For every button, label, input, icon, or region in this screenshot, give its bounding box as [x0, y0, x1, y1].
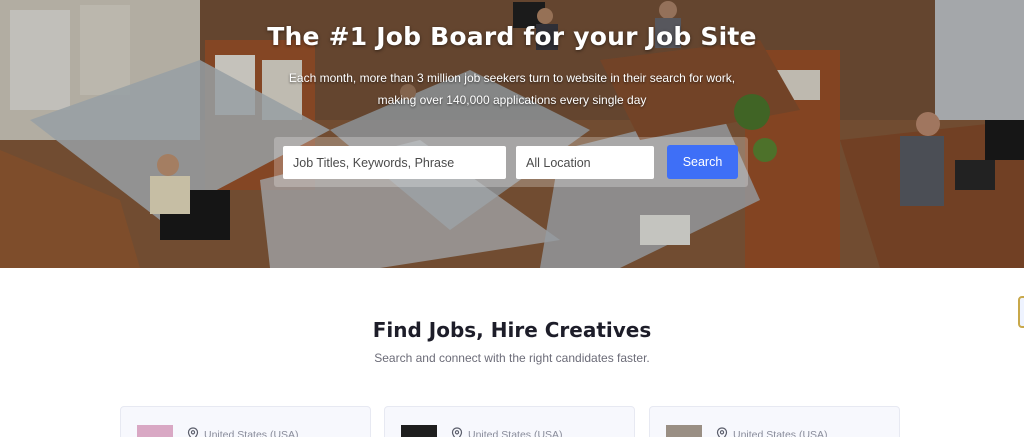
map-pin-icon: [451, 427, 463, 437]
company-logo: [666, 425, 702, 437]
hero-banner: The #1 Job Board for your Job Site Each …: [0, 0, 1024, 268]
job-location: United States (USA): [733, 429, 828, 437]
job-card[interactable]: United States (USA): [384, 406, 635, 437]
search-button[interactable]: Search: [667, 145, 738, 179]
hero-title: The #1 Job Board for your Job Site: [267, 22, 757, 51]
job-location: United States (USA): [204, 429, 299, 437]
section-subtitle: Search and connect with the right candid…: [374, 351, 650, 365]
hero-subtitle: Each month, more than 3 million job seek…: [288, 71, 736, 107]
job-location: United States (USA): [468, 429, 563, 437]
map-pin-icon: [716, 427, 728, 437]
page: The #1 Job Board for your Job Site Each …: [0, 0, 1024, 437]
side-floating-tab[interactable]: [1018, 296, 1024, 328]
company-logo: [401, 425, 437, 437]
job-card[interactable]: United States (USA): [120, 406, 371, 437]
location-search-input[interactable]: [516, 146, 654, 179]
map-pin-icon: [187, 427, 199, 437]
job-card[interactable]: United States (USA): [649, 406, 900, 437]
company-logo: [137, 425, 173, 437]
section-title: Find Jobs, Hire Creatives: [372, 318, 652, 342]
keywords-search-input[interactable]: [283, 146, 506, 179]
